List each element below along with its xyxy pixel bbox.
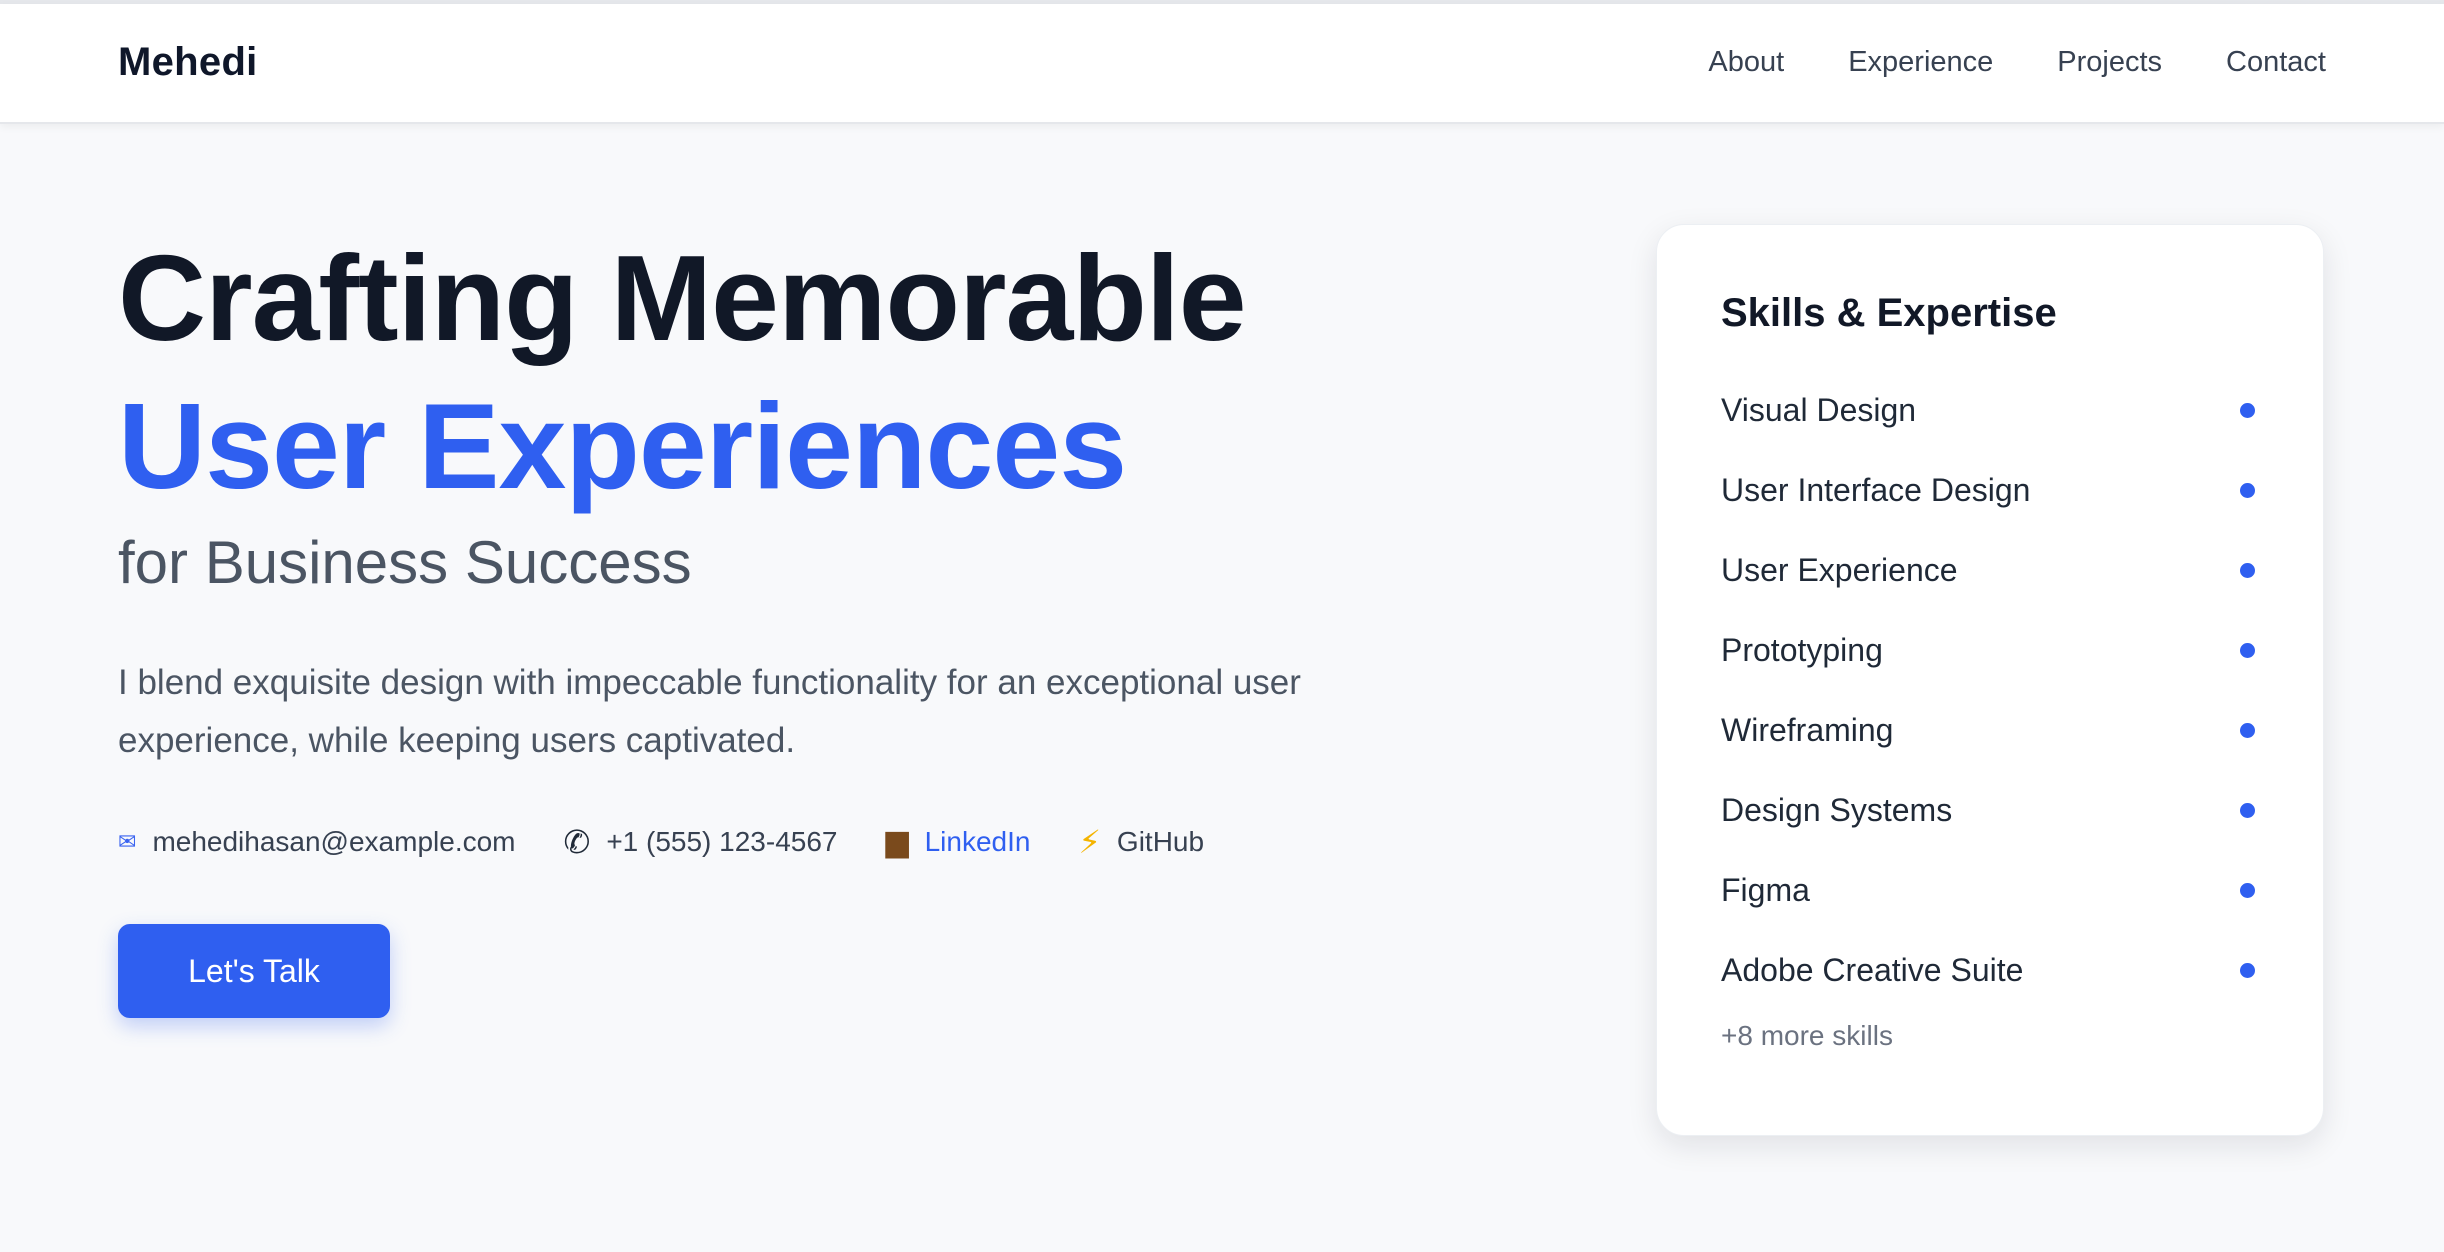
skill-item: Visual Design xyxy=(1721,370,2259,450)
skill-label: Figma xyxy=(1721,871,1810,908)
bullet-dot-icon xyxy=(2240,722,2255,738)
hero-heading-line2: User Experiences xyxy=(118,378,1127,514)
skill-label: Visual Design xyxy=(1721,391,1917,428)
more-skills-link[interactable]: +8 more skills xyxy=(1721,1020,2259,1052)
skill-item: Adobe Creative Suite xyxy=(1721,930,2259,1010)
contact-email[interactable]: ✉ mehedihasan@example.com xyxy=(118,826,516,858)
skill-item: Figma xyxy=(1721,850,2259,930)
contact-phone[interactable]: ✆ +1 (555) 123-4567 xyxy=(564,826,838,858)
main-content: Crafting Memorable User Experiences for … xyxy=(0,124,2444,1252)
phone-icon: ✆ xyxy=(563,824,591,860)
skill-label: Design Systems xyxy=(1721,791,1953,828)
contact-github[interactable]: ⚡ GitHub xyxy=(1078,826,1204,858)
bullet-dot-icon xyxy=(2240,562,2255,578)
skill-item: Design Systems xyxy=(1721,770,2259,850)
hero-description: I blend exquisite design with impeccable… xyxy=(118,663,1301,760)
bullet-dot-icon xyxy=(2240,482,2255,498)
contact-row: ✉ mehedihasan@example.com ✆ +1 (555) 123… xyxy=(118,826,1558,858)
linkedin-link[interactable]: LinkedIn xyxy=(925,826,1031,858)
email-text: mehedihasan@example.com xyxy=(152,826,516,857)
bullet-dot-icon xyxy=(2240,402,2255,418)
brand-logo[interactable]: Mehedi xyxy=(118,40,258,85)
skill-label: Prototyping xyxy=(1721,631,1883,668)
nav-contact[interactable]: Contact xyxy=(2226,46,2326,79)
bullet-dot-icon xyxy=(2240,642,2255,658)
skills-list: Visual Design User Interface Design User… xyxy=(1721,370,2259,1010)
contact-linkedin[interactable]: ▆ LinkedIn xyxy=(886,826,1031,858)
phone-text: +1 (555) 123-4567 xyxy=(606,826,838,857)
skill-item: Prototyping xyxy=(1721,610,2259,690)
hero-subheading: for Business Success xyxy=(118,529,692,596)
lightning-icon: ⚡ xyxy=(1078,824,1101,860)
skills-title: Skills & Expertise xyxy=(1721,291,2057,335)
skills-card: Skills & Expertise Visual Design User In… xyxy=(1656,224,2324,1136)
skill-item: User Experience xyxy=(1721,530,2259,610)
bullet-dot-icon xyxy=(2240,802,2255,818)
briefcase-icon: ▆ xyxy=(885,825,909,858)
hero-section: Crafting Memorable User Experiences for … xyxy=(118,224,1558,1018)
lets-talk-button[interactable]: Let's Talk xyxy=(118,924,390,1018)
skill-item: Wireframing xyxy=(1721,690,2259,770)
site-header: Mehedi About Experience Projects Contact xyxy=(0,4,2444,124)
skill-item: User Interface Design xyxy=(1721,450,2259,530)
skill-label: Adobe Creative Suite xyxy=(1721,951,2024,988)
bullet-dot-icon xyxy=(2240,962,2255,978)
nav-projects[interactable]: Projects xyxy=(2057,46,2162,79)
nav-experience[interactable]: Experience xyxy=(1848,46,1993,79)
skill-label: User Experience xyxy=(1721,551,1958,588)
github-link[interactable]: GitHub xyxy=(1117,826,1204,858)
nav-about[interactable]: About xyxy=(1708,46,1784,79)
hero-heading-line1: Crafting Memorable xyxy=(118,230,1247,366)
skill-label: Wireframing xyxy=(1721,711,1894,748)
main-nav: About Experience Projects Contact xyxy=(1708,46,2326,79)
skill-label: User Interface Design xyxy=(1721,471,2031,508)
bullet-dot-icon xyxy=(2240,882,2255,898)
mail-icon: ✉ xyxy=(118,829,137,854)
